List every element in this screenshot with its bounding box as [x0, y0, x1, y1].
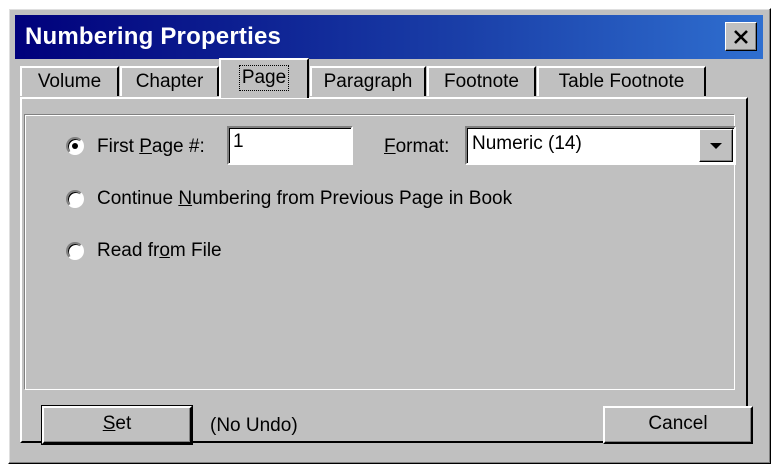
tab-volume[interactable]: Volume: [20, 66, 119, 96]
tab-footnote[interactable]: Footnote: [427, 66, 536, 96]
tab-footnote-label: Footnote: [444, 71, 519, 92]
first-page-input[interactable]: 1: [227, 126, 353, 165]
format-value: Numeric (14): [472, 133, 582, 154]
tab-chapter-label: Chapter: [135, 71, 204, 92]
tab-table-footnote[interactable]: Table Footnote: [537, 66, 706, 96]
format-dropdown-button[interactable]: [699, 129, 733, 162]
tab-table-footnote-label: Table Footnote: [558, 71, 685, 92]
close-button[interactable]: [725, 22, 757, 51]
tab-paragraph[interactable]: Paragraph: [310, 66, 426, 96]
read-from-file-label: Read from File: [97, 240, 222, 261]
cancel-button[interactable]: Cancel: [603, 406, 753, 444]
tab-paragraph-label: Paragraph: [323, 71, 413, 92]
continue-numbering-label: Continue Numbering from Previous Page in…: [97, 188, 513, 209]
continue-numbering-radio[interactable]: [66, 190, 84, 208]
format-select[interactable]: Numeric (14): [465, 126, 736, 165]
first-page-radio[interactable]: [66, 137, 84, 155]
set-button[interactable]: Set: [41, 405, 193, 445]
first-page-value: 1: [233, 131, 244, 152]
dialog-title: Numbering Properties: [25, 23, 282, 50]
close-icon: [734, 29, 748, 44]
chevron-down-icon: [710, 142, 722, 149]
tab-page-label: Page: [238, 65, 290, 91]
tab-chapter[interactable]: Chapter: [120, 66, 219, 96]
format-label: Format:: [384, 136, 450, 157]
no-undo-note: (No Undo): [210, 415, 298, 436]
title-bar[interactable]: Numbering Properties: [15, 15, 763, 59]
radio-selected-dot: [72, 143, 78, 149]
tab-volume-label: Volume: [37, 71, 102, 92]
first-page-label: First Page #:: [97, 136, 205, 157]
read-from-file-radio[interactable]: [66, 242, 84, 260]
tab-page[interactable]: Page: [219, 58, 309, 98]
